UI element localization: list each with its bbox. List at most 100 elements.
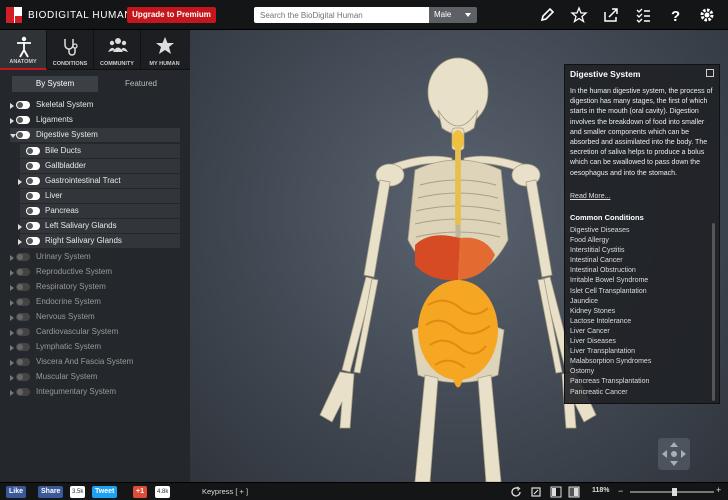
gear-icon[interactable] <box>698 6 716 24</box>
chevron-right-icon[interactable] <box>10 300 14 306</box>
visibility-toggle[interactable] <box>16 388 30 396</box>
tree-item-skeletal[interactable]: Skeletal System <box>10 98 180 112</box>
condition-link[interactable]: Interstitial Cystitis <box>570 246 651 256</box>
condition-link[interactable]: Digestive Diseases <box>570 226 651 236</box>
reset-icon[interactable] <box>510 486 522 498</box>
condition-link[interactable]: Irritable Bowel Syndrome <box>570 276 651 286</box>
chevron-right-icon[interactable] <box>10 345 14 351</box>
chevron-right-icon[interactable] <box>10 270 14 276</box>
visibility-toggle[interactable] <box>16 358 30 366</box>
condition-link[interactable]: Pancreas Transplantation <box>570 377 651 387</box>
condition-link[interactable]: Islet Cell Transplantation <box>570 287 651 297</box>
visibility-toggle[interactable] <box>26 162 40 170</box>
chevron-right-icon[interactable] <box>10 390 14 396</box>
gender-select[interactable]: Male <box>429 7 477 23</box>
zoom-in-icon[interactable]: + <box>716 485 721 495</box>
visibility-toggle[interactable] <box>16 343 30 351</box>
condition-link[interactable]: Liver Transplantation <box>570 347 651 357</box>
condition-link[interactable]: Food Allergy <box>570 236 651 246</box>
tab-featured[interactable]: Featured <box>98 76 184 92</box>
chevron-right-icon[interactable] <box>10 360 14 366</box>
visibility-toggle[interactable] <box>16 283 30 291</box>
visibility-toggle[interactable] <box>16 313 30 321</box>
tweet-button[interactable]: Tweet <box>92 486 118 498</box>
tree-item-left-salivary[interactable]: Left Salivary Glands <box>18 219 180 233</box>
chevron-right-icon[interactable] <box>10 255 14 261</box>
edit-icon[interactable] <box>706 69 714 77</box>
visibility-toggle[interactable] <box>26 177 40 185</box>
chevron-right-icon[interactable] <box>18 179 22 185</box>
condition-link[interactable]: Lactose Intolerance <box>570 317 651 327</box>
biodigital-logo[interactable] <box>6 7 22 23</box>
condition-link[interactable]: Malabsorption Syndromes <box>570 357 651 367</box>
tree-item-respiratory[interactable]: Respiratory System <box>10 280 180 294</box>
zoom-out-icon[interactable]: − <box>618 486 623 496</box>
tab-community[interactable]: COMMUNITY <box>94 30 141 70</box>
tree-item-digestive[interactable]: Digestive System <box>10 128 180 142</box>
visibility-toggle[interactable] <box>16 116 30 124</box>
visibility-toggle[interactable] <box>16 328 30 336</box>
checklist-icon[interactable] <box>634 6 652 24</box>
visibility-toggle[interactable] <box>26 192 40 200</box>
chevron-right-icon[interactable] <box>10 375 14 381</box>
condition-link[interactable]: Liver Diseases <box>570 337 651 347</box>
tab-conditions[interactable]: CONDITIONS <box>47 30 94 70</box>
tree-item-reproductive[interactable]: Reproductive System <box>10 265 180 279</box>
gplus-button[interactable]: +1 <box>133 486 147 498</box>
tab-my-human[interactable]: MY HUMAN <box>141 30 188 70</box>
tree-item-cardiovascular[interactable]: Cardiovascular System <box>10 325 180 339</box>
chevron-right-icon[interactable] <box>10 118 14 124</box>
tree-item-pancreas[interactable]: Pancreas <box>20 204 180 218</box>
condition-link[interactable]: Jaundice <box>570 297 651 307</box>
tree-item-liver[interactable]: Liver <box>20 189 180 203</box>
tree-item-nervous[interactable]: Nervous System <box>10 310 180 324</box>
condition-link[interactable]: Intestinal Cancer <box>570 256 651 266</box>
tree-item-urinary[interactable]: Urinary System <box>10 250 180 264</box>
layout-left-icon[interactable] <box>550 486 562 498</box>
search-input[interactable] <box>254 7 429 23</box>
condition-link[interactable]: Pancreatic Cancer <box>570 388 651 398</box>
tree-item-integumentary[interactable]: Integumentary System <box>10 385 180 399</box>
condition-link[interactable]: Ostomy <box>570 367 651 377</box>
visibility-toggle[interactable] <box>16 101 30 109</box>
condition-link[interactable]: Kidney Stones <box>570 307 651 317</box>
info-scrollbar[interactable] <box>712 223 715 401</box>
upgrade-button[interactable]: Upgrade to Premium <box>127 7 216 23</box>
fullscreen-icon[interactable] <box>530 486 542 498</box>
condition-link[interactable]: Intestinal Obstruction <box>570 266 651 276</box>
tree-item-lymphatic[interactable]: Lymphatic System <box>10 340 180 354</box>
tree-item-gi-tract[interactable]: Gastrointestinal Tract <box>18 174 180 188</box>
visibility-toggle[interactable] <box>26 207 40 215</box>
share-icon[interactable] <box>602 6 620 24</box>
tree-item-viscera[interactable]: Viscera And Fascia System <box>10 355 180 369</box>
layout-right-icon[interactable] <box>568 486 580 498</box>
tree-item-endocrine[interactable]: Endocrine System <box>10 295 180 309</box>
chevron-right-icon[interactable] <box>10 285 14 291</box>
chevron-right-icon[interactable] <box>18 239 22 245</box>
chevron-right-icon[interactable] <box>10 315 14 321</box>
visibility-toggle[interactable] <box>16 268 30 276</box>
tree-item-gallbladder[interactable]: Gallbladder <box>20 159 180 173</box>
tree-item-bile-ducts[interactable]: Bile Ducts <box>20 144 180 158</box>
read-more-link[interactable]: Read More... <box>570 193 610 200</box>
zoom-slider-handle[interactable] <box>672 488 677 496</box>
visibility-toggle[interactable] <box>16 253 30 261</box>
star-icon[interactable] <box>570 6 588 24</box>
pencil-icon[interactable] <box>538 6 556 24</box>
visibility-toggle[interactable] <box>26 237 40 245</box>
facebook-share-button[interactable]: Share <box>38 486 64 498</box>
chevron-right-icon[interactable] <box>10 103 14 109</box>
tree-item-muscular[interactable]: Muscular System <box>10 370 180 384</box>
tab-by-system[interactable]: By System <box>12 76 98 92</box>
tab-anatomy[interactable]: ANATOMY <box>0 30 47 70</box>
visibility-toggle[interactable] <box>26 222 40 230</box>
visibility-toggle[interactable] <box>26 147 40 155</box>
navigation-pad[interactable] <box>658 438 690 470</box>
visibility-toggle[interactable] <box>16 373 30 381</box>
chevron-right-icon[interactable] <box>10 330 14 336</box>
tree-item-right-salivary[interactable]: Right Salivary Glands <box>18 234 180 248</box>
facebook-like-button[interactable]: Like <box>6 486 27 498</box>
visibility-toggle[interactable] <box>16 298 30 306</box>
tree-item-ligaments[interactable]: Ligaments <box>10 113 180 127</box>
condition-link[interactable]: Liver Cancer <box>570 327 651 337</box>
